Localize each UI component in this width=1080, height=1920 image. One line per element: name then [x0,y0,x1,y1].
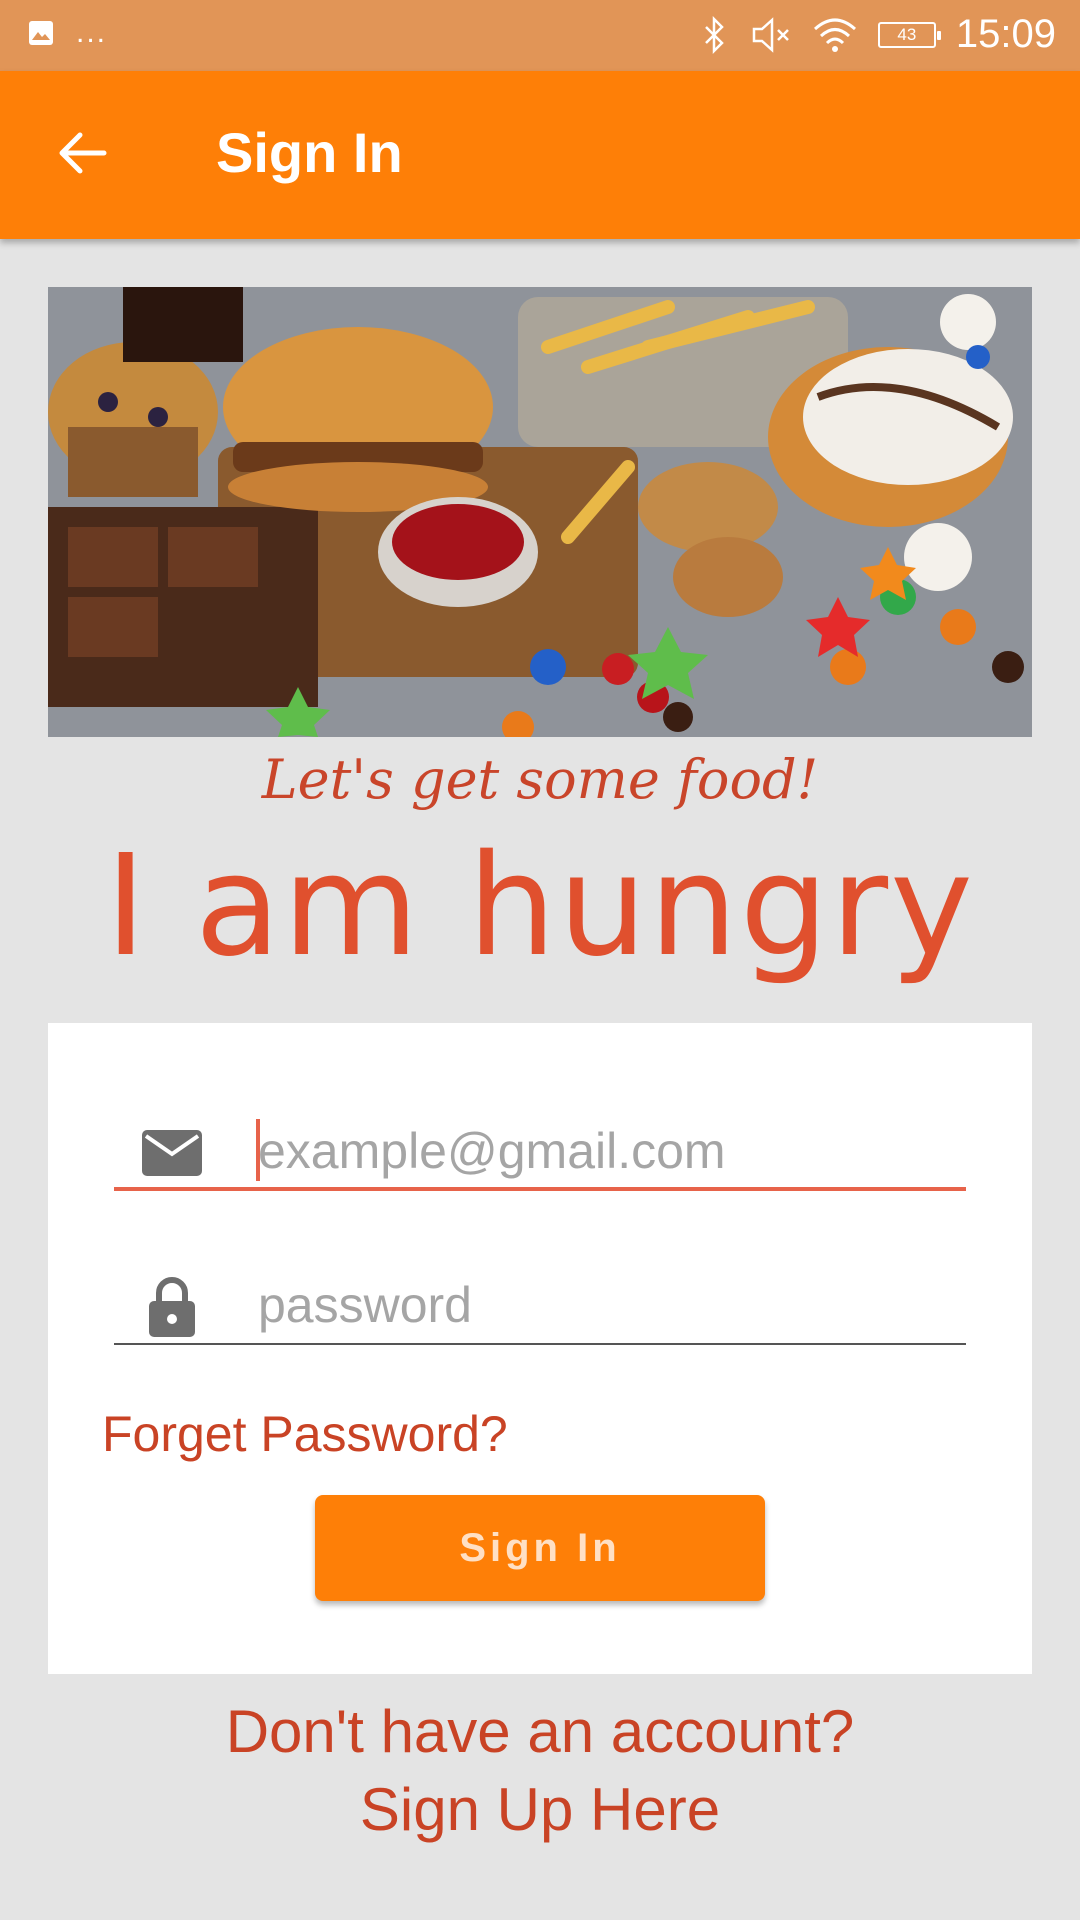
mail-icon [142,1125,202,1181]
status-right: 43 15:09 [700,12,1056,57]
email-field [114,1111,966,1191]
password-input[interactable] [258,1275,958,1335]
forget-password-link[interactable]: Forget Password? [102,1405,508,1463]
battery-indicator: 43 [877,21,941,48]
signup-line-2[interactable]: Sign Up Here [0,1771,1080,1849]
brand-title: I am hungry [105,825,975,988]
password-field [114,1265,966,1345]
back-button[interactable] [52,123,112,183]
more-icon: ... [76,16,108,49]
email-input[interactable] [258,1121,958,1181]
food-illustration [48,287,1032,737]
page-title: Sign In [216,121,403,184]
gallery-icon [29,21,53,45]
lock-icon [142,1277,202,1337]
sign-in-form: Forget Password? Sign In [48,1023,1032,1674]
status-bar: ... 43 15:09 [0,0,1080,71]
signup-line-1: Don't have an account? [225,1698,855,1765]
bluetooth-icon [705,15,724,54]
clock: 15:09 [955,12,1056,56]
wifi-icon [813,18,856,52]
arrow-left-icon [59,132,107,174]
tagline: Let's get some food! [261,748,819,811]
signup-link[interactable]: Don't have an account? Sign Up Here [0,1693,1080,1849]
sign-in-button[interactable]: Sign In [315,1495,765,1601]
mute-icon [752,16,789,53]
hero-food-image [48,287,1032,737]
status-left: ... [28,16,108,49]
app-bar: Sign In [0,71,1080,239]
